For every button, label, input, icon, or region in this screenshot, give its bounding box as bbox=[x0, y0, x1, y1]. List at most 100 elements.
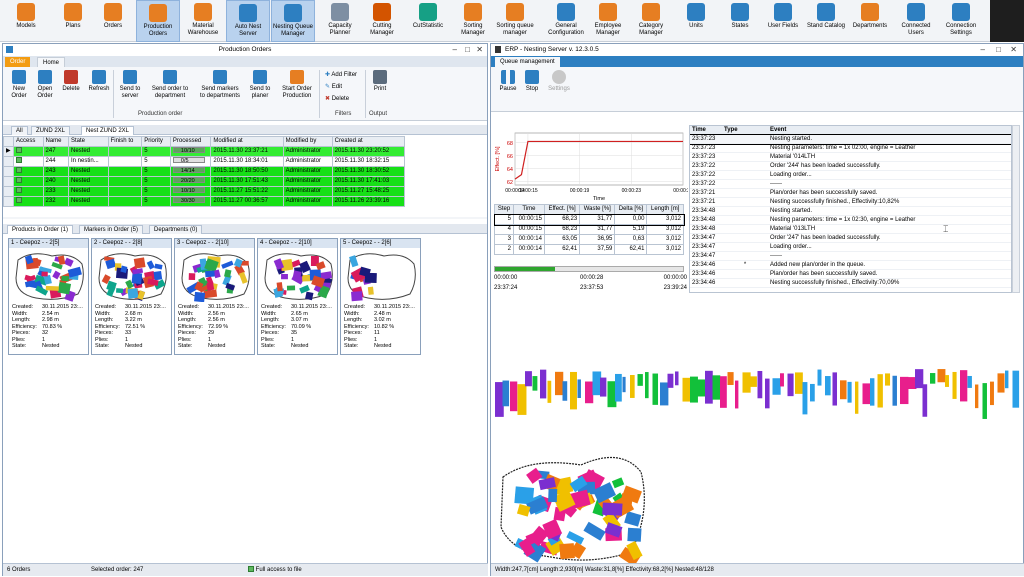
event-row[interactable]: 23:37:23 Nesting parameters: time = 1x 02… bbox=[690, 143, 1011, 154]
event-column-header[interactable]: Event bbox=[768, 126, 1011, 136]
filter-tab-nest-zund-2xl[interactable]: Nest ZUND 2XL bbox=[81, 126, 135, 135]
tab-departments[interactable]: Departments (0) bbox=[149, 225, 203, 234]
toolbar-auto-nestbutton[interactable]: Auto Nest Server bbox=[226, 0, 270, 42]
toolbar-sorting-queuebutton[interactable]: Sorting queue manager bbox=[493, 0, 537, 42]
event-row[interactable]: 23:37:23 Nesting started. bbox=[690, 133, 1011, 145]
filter-edit-button[interactable]: ✎ Edit bbox=[325, 83, 342, 90]
new-order-button[interactable]: New Order bbox=[7, 70, 31, 100]
toolbar-productionbutton[interactable]: Production Orders bbox=[136, 0, 180, 42]
event-column-header[interactable]: Time bbox=[690, 126, 722, 136]
column-header[interactable]: Access bbox=[13, 136, 44, 147]
toolbar-stand-catalogbutton[interactable]: Stand Catalog bbox=[804, 0, 848, 42]
toolbar-connectionbutton[interactable]: Connection Settings bbox=[939, 0, 983, 42]
toolbar-categorybutton[interactable]: Category Manager bbox=[629, 0, 673, 42]
delete-button[interactable]: Delete bbox=[59, 70, 83, 93]
marker-card[interactable]: 5 - Ceepoz - - 2[6] Created: 30.11.2015 23… bbox=[340, 238, 421, 355]
tab-queue-management[interactable]: Queue management bbox=[495, 57, 560, 67]
event-row[interactable]: 23:34:46 Nesting successfully finished., … bbox=[690, 278, 1011, 289]
step-column-header[interactable]: Waste [%] bbox=[579, 204, 616, 215]
column-header[interactable]: Name bbox=[42, 136, 70, 147]
step-row[interactable]: 5 00:00:15 68,23 31,77 0,00 3,012 bbox=[493, 213, 685, 226]
filter-add-button[interactable]: ✚ Add Filter bbox=[325, 71, 357, 78]
event-row[interactable]: 23:34:47 Loading order... bbox=[690, 242, 1011, 253]
toolbar-ordersbutton[interactable]: Orders bbox=[91, 0, 135, 42]
step-column-header[interactable]: Length [m] bbox=[646, 204, 684, 215]
event-scrollbar[interactable] bbox=[1012, 125, 1020, 293]
toolbar-unitsbutton[interactable]: Units bbox=[674, 0, 718, 42]
close-button[interactable]: ✕ bbox=[476, 44, 483, 56]
toolbar-employeebutton[interactable]: Employee Manager bbox=[586, 0, 630, 42]
event-row[interactable]: 23:34:47 Order '247' has been loaded succ… bbox=[690, 233, 1011, 244]
column-header[interactable]: Modified by bbox=[282, 136, 333, 147]
marker-card[interactable]: 2 - Ceepoz - - 2[8] Created: 30.11.2015 23… bbox=[91, 238, 172, 355]
stop-button[interactable]: Stop bbox=[521, 70, 543, 93]
event-row[interactable]: 23:37:22 Order '244' has been loaded succ… bbox=[690, 161, 1011, 172]
event-row[interactable]: 23:34:48 Material '013LTH bbox=[690, 224, 1011, 235]
toolbar-connectedbutton[interactable]: Connected Users bbox=[894, 0, 938, 42]
event-row[interactable]: 23:34:47 ------ bbox=[690, 251, 1011, 262]
tab-markers-in-order[interactable]: Markers in Order (5) bbox=[79, 225, 144, 234]
event-row[interactable]: 23:34:46 Plan/order has been successfully… bbox=[690, 269, 1011, 280]
close-button[interactable]: ✕ bbox=[1010, 44, 1017, 56]
column-header[interactable]: State bbox=[68, 136, 109, 147]
toolbar-nesting-queuebutton[interactable]: Nesting Queue Manager bbox=[271, 0, 315, 42]
toolbar-generalbutton[interactable]: General Configuration bbox=[544, 0, 588, 42]
maximize-button[interactable]: □ bbox=[996, 44, 1001, 56]
open-order-button[interactable]: Open Order bbox=[33, 70, 57, 100]
pause-button[interactable]: Pause bbox=[497, 70, 519, 93]
event-row[interactable]: 23:34:48 Nesting parameters: time = 1x 02… bbox=[690, 215, 1011, 226]
marker-card[interactable]: 4 - Ceepoz - - 2[10] Created: 30.11.2015 2… bbox=[257, 238, 338, 355]
event-row[interactable]: 23:37:22 Loading order... bbox=[690, 170, 1011, 181]
toolbar-sortingbutton[interactable]: Sorting Manager bbox=[451, 0, 495, 42]
column-header[interactable]: Modified at bbox=[210, 136, 284, 147]
table-row[interactable]: 244 In nestin... 5 0/5 2015.11.30 18:34:01 Ad… bbox=[3, 156, 406, 167]
column-header[interactable]: Processed bbox=[169, 136, 212, 147]
toolbar-statesbutton[interactable]: States bbox=[718, 0, 762, 42]
toolbar-cutstatisticbutton[interactable]: CutStatistic bbox=[406, 0, 450, 42]
marker-card[interactable]: 3 - Ceepoz - - 2[10] Created: 30.11.2015 2… bbox=[174, 238, 255, 355]
maximize-button[interactable]: □ bbox=[465, 44, 470, 56]
toolbar-user-fieldsbutton[interactable]: User Fields bbox=[761, 0, 805, 42]
minimize-button[interactable]: – bbox=[453, 44, 457, 56]
send-planer-button[interactable]: Send to planer bbox=[246, 70, 274, 100]
start-production-button[interactable]: Start Order Production bbox=[278, 70, 316, 100]
step-column-header[interactable]: Delta [%] bbox=[614, 204, 648, 215]
column-header[interactable]: Priority bbox=[141, 136, 171, 147]
toolbar-modelsbutton[interactable]: Models bbox=[4, 0, 48, 42]
refresh-button[interactable]: Refresh bbox=[85, 70, 113, 93]
event-row[interactable]: 23:34:46 * Added new plan/order in the que… bbox=[690, 260, 1011, 271]
event-column-header[interactable]: Type bbox=[722, 126, 768, 136]
marker-card[interactable]: 1 - Ceepoz - - 2[5] Created: 30.11.2015 23… bbox=[8, 238, 89, 355]
toolbar-capacitybutton[interactable]: Capacity Planner bbox=[318, 0, 362, 42]
event-row[interactable]: 23:37:21 Nesting successfully finished., … bbox=[690, 197, 1011, 208]
toolbar-plansbutton[interactable]: Plans bbox=[51, 0, 95, 42]
step-column-header[interactable]: Step bbox=[494, 204, 514, 215]
column-header[interactable]: Finish to bbox=[107, 136, 143, 147]
table-row[interactable]: 243 Nested 5 14/14 2015.11.30 18:50:50 Admini… bbox=[3, 166, 406, 177]
send-markers-button[interactable]: Send markers to departments bbox=[196, 70, 244, 100]
event-row[interactable]: 23:37:22 ------ bbox=[690, 179, 1011, 190]
filter-tab-all[interactable]: All bbox=[11, 126, 28, 135]
send-department-button[interactable]: Send order to department bbox=[147, 70, 193, 100]
tab-products-in-order[interactable]: Products in Order (1) bbox=[7, 225, 74, 234]
table-row[interactable]: ▶ 247 Nested 5 10/10 2015.11.30 23:37:21 Admin… bbox=[3, 146, 406, 157]
step-column-header[interactable]: Time bbox=[512, 204, 545, 215]
toolbar-cuttingbutton[interactable]: Cutting Manager bbox=[360, 0, 404, 42]
print-button[interactable]: Print bbox=[369, 70, 391, 93]
toolbar-departmentsbutton[interactable]: Departments bbox=[848, 0, 892, 42]
table-row[interactable]: 232 Nested 5 30/30 2015.11.27 00:36:57 Admini… bbox=[3, 196, 406, 207]
table-row[interactable]: 233 Nested 5 10/10 2015.11.27 15:51:22 Admini… bbox=[3, 186, 406, 197]
send-server-button[interactable]: Send to server bbox=[116, 70, 144, 100]
filter-delete-button[interactable]: ✖ Delete bbox=[325, 95, 349, 102]
step-row[interactable]: 4 00:00:15 68,23 31,77 5,19 3,012 bbox=[494, 224, 684, 235]
settings-button[interactable]: Settings bbox=[545, 70, 573, 93]
column-header[interactable]: Created at bbox=[331, 136, 406, 147]
step-row[interactable]: 3 00:00:14 63,05 36,95 0,63 3,012 bbox=[494, 234, 684, 245]
event-row[interactable]: 23:37:23 Material '014LTH bbox=[690, 152, 1011, 163]
step-row[interactable]: 2 00:00:14 62,41 37,59 62,41 3,012 bbox=[494, 244, 684, 255]
event-row[interactable]: 23:37:21 Plan/order has been successfully… bbox=[690, 188, 1011, 199]
table-row[interactable]: 240 Nested 5 20/20 2015.11.30 17:51:43 Admini… bbox=[3, 176, 406, 187]
minimize-button[interactable]: – bbox=[981, 44, 985, 56]
filter-tab-zund-2xl[interactable]: ZUND 2XL bbox=[31, 126, 71, 135]
step-column-header[interactable]: Effect. [%] bbox=[543, 204, 581, 215]
